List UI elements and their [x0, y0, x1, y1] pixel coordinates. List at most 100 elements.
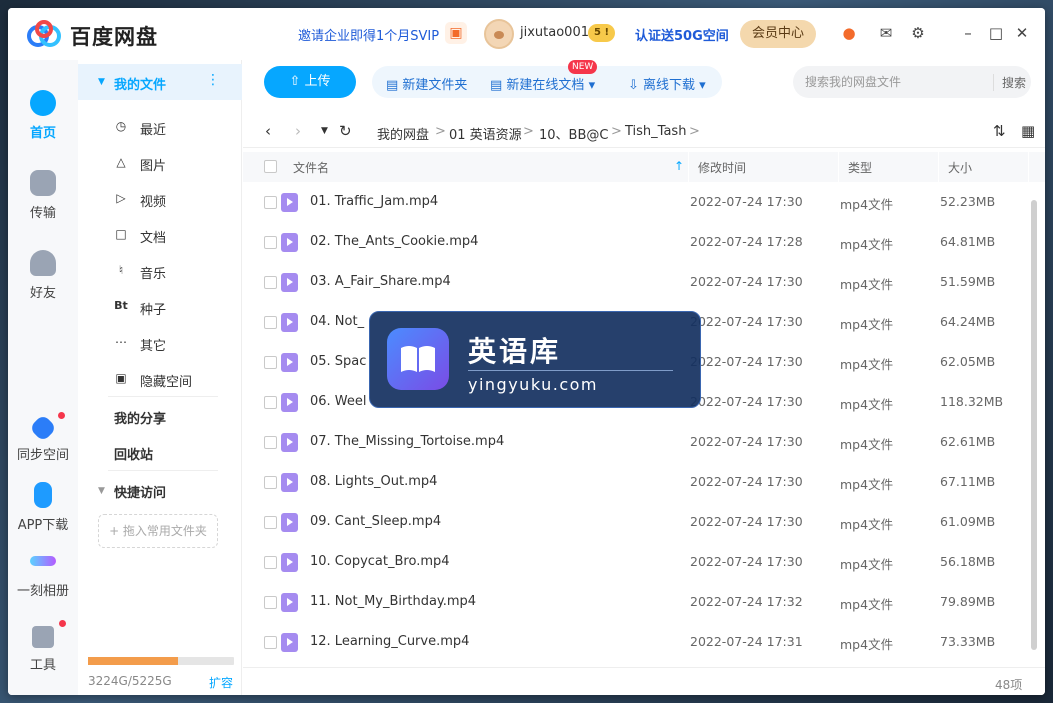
- rail-item-home[interactable]: 首页: [8, 90, 78, 141]
- sidebar-item-videos[interactable]: ▷ 视频: [108, 188, 238, 212]
- breadcrumb-item[interactable]: 我的网盘: [377, 124, 429, 143]
- sidebar-item-hidden-space[interactable]: ▣ 隐藏空间: [108, 368, 238, 392]
- rail-item-transfer[interactable]: 传输: [8, 170, 78, 221]
- row-checkbox[interactable]: [264, 596, 277, 609]
- file-name[interactable]: 02. The_Ants_Cookie.mp4: [310, 234, 478, 249]
- sidebar-item-music[interactable]: ♮ 音乐: [108, 260, 238, 284]
- new-online-doc-button[interactable]: ▤ 新建在线文档 ▾: [490, 74, 595, 93]
- close-icon[interactable]: ✕: [1012, 23, 1032, 43]
- row-checkbox[interactable]: [264, 516, 277, 529]
- refresh-icon[interactable]: ↻: [339, 122, 352, 140]
- mail-icon[interactable]: ✉: [876, 23, 896, 43]
- row-checkbox[interactable]: [264, 556, 277, 569]
- row-checkbox[interactable]: [264, 396, 277, 409]
- drag-folder-dropzone[interactable]: + 拖入常用文件夹: [98, 514, 218, 548]
- grid-view-icon[interactable]: ▦: [1021, 122, 1035, 140]
- back-icon[interactable]: ‹: [265, 122, 271, 140]
- file-name[interactable]: 06. Weel: [310, 394, 367, 409]
- search-input[interactable]: [805, 74, 985, 90]
- sidebar-item-other[interactable]: ⋯ 其它: [108, 332, 238, 356]
- select-all-checkbox[interactable]: [264, 160, 277, 173]
- maximize-icon[interactable]: □: [986, 23, 1006, 43]
- settings-icon[interactable]: ⚙: [908, 23, 928, 43]
- file-name[interactable]: 03. A_Fair_Share.mp4: [310, 274, 451, 289]
- table-row[interactable]: 08. Lights_Out.mp4 2022-07-24 17:30 mp4文件 6…: [243, 462, 1033, 502]
- rail-item-album[interactable]: 一刻相册: [8, 548, 78, 599]
- file-name[interactable]: 08. Lights_Out.mp4: [310, 474, 437, 489]
- search-box: 搜索: [793, 66, 1031, 98]
- file-name[interactable]: 09. Cant_Sleep.mp4: [310, 514, 441, 529]
- new-folder-button[interactable]: ▤ 新建文件夹: [386, 74, 467, 93]
- sidebar-item-docs[interactable]: □ 文档: [108, 224, 238, 248]
- gift-icon[interactable]: ▣: [445, 22, 467, 44]
- column-divider: [938, 152, 939, 182]
- file-name[interactable]: 01. Traffic_Jam.mp4: [310, 194, 438, 209]
- sidebar-item-my-files[interactable]: ▼ 我的文件 ⋮: [78, 64, 242, 100]
- table-row[interactable]: 10. Copycat_Bro.mp4 2022-07-24 17:30 mp4文件…: [243, 542, 1033, 582]
- table-row[interactable]: 11. Not_My_Birthday.mp4 2022-07-24 17:32 m…: [243, 582, 1033, 622]
- sidebar-quick-access[interactable]: 快捷访问: [114, 482, 166, 501]
- history-dropdown-icon[interactable]: ▼: [321, 126, 328, 136]
- header-name[interactable]: 文件名: [293, 159, 329, 176]
- invite-link[interactable]: 邀请企业即得1个月SVIP: [298, 25, 439, 44]
- row-checkbox[interactable]: [264, 636, 277, 649]
- column-divider: [838, 152, 839, 182]
- sidebar-label: 视频: [140, 195, 167, 210]
- upload-button[interactable]: ⇧ 上传: [264, 66, 356, 98]
- file-name[interactable]: 10. Copycat_Bro.mp4: [310, 554, 450, 569]
- row-checkbox[interactable]: [264, 356, 277, 369]
- vip-center-button[interactable]: 会员中心: [740, 20, 816, 48]
- row-checkbox[interactable]: [264, 316, 277, 329]
- breadcrumb-item[interactable]: Tish_Tash: [625, 124, 686, 139]
- sort-icon[interactable]: ⇅: [993, 122, 1006, 140]
- sort-arrow-icon[interactable]: ↑: [674, 159, 684, 173]
- minimize-icon[interactable]: –: [958, 23, 978, 43]
- offline-download-button[interactable]: ⇩ 离线下载 ▾: [628, 74, 706, 93]
- expand-storage-link[interactable]: 扩容: [209, 674, 233, 691]
- chevron-down-icon: ▾: [584, 78, 596, 93]
- sidebar-item-images[interactable]: △ 图片: [108, 152, 238, 176]
- sidebar-item-recent[interactable]: ◷ 最近: [108, 116, 238, 140]
- breadcrumb-item[interactable]: 10、BB@C: [539, 124, 608, 143]
- row-checkbox[interactable]: [264, 276, 277, 289]
- avatar[interactable]: [484, 19, 514, 49]
- table-row[interactable]: 12. Learning_Curve.mp4 2022-07-24 17:31 mp…: [243, 622, 1033, 662]
- rail-item-app-download[interactable]: APP下载: [8, 482, 78, 533]
- row-checkbox[interactable]: [264, 196, 277, 209]
- row-checkbox[interactable]: [264, 476, 277, 489]
- file-type: mp4文件: [840, 477, 894, 492]
- file-name[interactable]: 07. The_Missing_Tortoise.mp4: [310, 434, 504, 449]
- table-row[interactable]: 09. Cant_Sleep.mp4 2022-07-24 17:30 mp4文件 6…: [243, 502, 1033, 542]
- sidebar-item-recycle[interactable]: 回收站: [114, 444, 153, 463]
- table-row[interactable]: 02. The_Ants_Cookie.mp4 2022-07-24 17:28 m…: [243, 222, 1033, 262]
- header-size[interactable]: 大小: [948, 159, 972, 176]
- row-checkbox[interactable]: [264, 436, 277, 449]
- sidebar-item-my-share[interactable]: 我的分享: [114, 408, 166, 427]
- table-row[interactable]: 01. Traffic_Jam.mp4 2022-07-24 17:30 mp4文件…: [243, 182, 1033, 222]
- file-name[interactable]: 05. Spac: [310, 354, 366, 369]
- file-name[interactable]: 11. Not_My_Birthday.mp4: [310, 594, 476, 609]
- forward-icon[interactable]: ›: [295, 122, 301, 140]
- rail-item-tools[interactable]: 工具: [8, 626, 78, 673]
- game-icon[interactable]: ●: [839, 23, 859, 43]
- search-button[interactable]: 搜索: [993, 74, 1026, 91]
- breadcrumb-item[interactable]: 01 英语资源: [449, 124, 522, 143]
- file-modified-time: 2022-07-24 17:30: [690, 274, 803, 289]
- table-row[interactable]: 07. The_Missing_Tortoise.mp4 2022-07-24 1…: [243, 422, 1033, 462]
- doc-plus-icon: ▤: [490, 78, 507, 93]
- caret-down-icon[interactable]: ▼: [98, 486, 105, 496]
- rail-item-friends[interactable]: 好友: [8, 250, 78, 301]
- header-modified[interactable]: 修改时间: [698, 159, 746, 176]
- file-type: mp4文件: [840, 197, 894, 212]
- file-name[interactable]: 04. Not_: [310, 314, 364, 329]
- rail-item-sync[interactable]: 同步空间: [8, 413, 78, 463]
- file-name[interactable]: 12. Learning_Curve.mp4: [310, 634, 469, 649]
- more-vertical-icon[interactable]: ⋮: [206, 72, 220, 88]
- row-checkbox[interactable]: [264, 236, 277, 249]
- sidebar-item-torrents[interactable]: Bt 种子: [108, 296, 238, 320]
- table-row[interactable]: 03. A_Fair_Share.mp4 2022-07-24 17:30 mp4文…: [243, 262, 1033, 302]
- certify-link[interactable]: 认证送50G空间: [635, 25, 729, 44]
- header-type[interactable]: 类型: [848, 159, 872, 176]
- username[interactable]: jixutao001: [520, 25, 589, 40]
- scrollbar[interactable]: [1031, 200, 1037, 650]
